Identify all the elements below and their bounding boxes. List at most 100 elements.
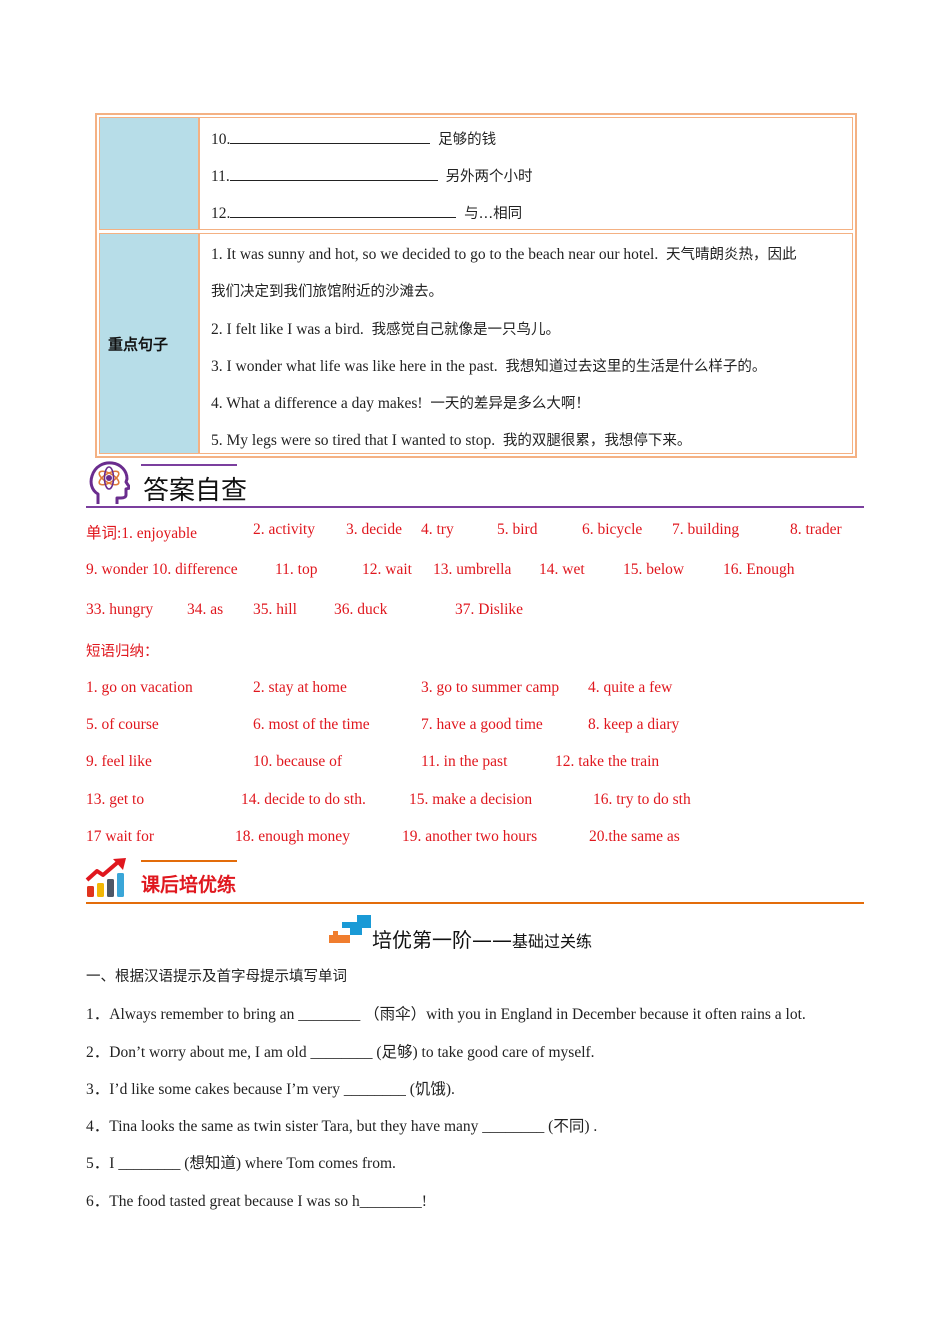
sentence-line: 5. My legs were so tired that I wanted t… [211, 429, 691, 450]
phrase-answer: 12. take the train [555, 753, 660, 770]
question-text: Always remember to bring an [109, 1006, 299, 1023]
question-text: （雨伞）with you in England in December beca… [360, 1006, 806, 1023]
sentence-en: 3. I wonder what life was like here in t… [211, 358, 498, 375]
sentence-cn: 我想知道过去这里的生活是什么样子的。 [505, 359, 767, 375]
key-sentences-cell: 1. It was sunny and hot, so we decided t… [203, 234, 852, 453]
question-text: (不同) . [544, 1118, 598, 1135]
word-answer: 37. Dislike [455, 601, 524, 618]
answer-blank[interactable]: ________ [118, 1155, 180, 1172]
sentence-en: 5. My legs were so tired that I wanted t… [211, 432, 496, 449]
phrase-blank-line: 11. 另外两个小时 [211, 165, 533, 186]
answer-blank[interactable] [230, 131, 431, 144]
phrase-answer: 5. of course [86, 716, 159, 733]
sentence-en: 4. What a difference a day makes! [211, 395, 423, 412]
head-atom-icon [88, 460, 132, 506]
word-answer: 11. top [275, 561, 318, 578]
phrase-table: 10. 足够的钱 11. 另外两个小时 12. 与…相同 重点句子 1. It … [95, 113, 857, 458]
word-answer: 13. umbrella [433, 561, 512, 578]
sentence-line: 4. What a difference a day makes! 一天的差异是… [211, 392, 590, 413]
question-number: 3． [86, 1081, 110, 1098]
question-text: I’d like some cakes because I’m very [109, 1081, 344, 1098]
sentence-line: 2. I felt like I was a bird. 我感觉自己就像是一只鸟… [211, 318, 560, 339]
word-answer: 单词:1. enjoyable [86, 525, 198, 542]
phrase-answer: 2. stay at home [253, 679, 347, 696]
question-number: 1． [86, 1006, 110, 1023]
sentence-line: 我们决定到我们旅馆附近的沙滩去。 [211, 280, 443, 301]
phrase-answer: 17 wait for [86, 828, 155, 845]
exercise-instruction: 一、根据汉语提示及首字母提示填写单词 [86, 969, 347, 985]
word-answer: 8. trader [790, 521, 842, 538]
growth-chart-icon [85, 858, 129, 898]
question-text: (想知道) where Tom comes from. [180, 1155, 396, 1172]
phrase-answer: 7. have a good time [421, 716, 543, 733]
phrase-answer: 11. in the past [421, 753, 508, 770]
phrase-answer: 4. quite a few [588, 679, 673, 696]
phrase-blank-cell: 10. 足够的钱 11. 另外两个小时 12. 与…相同 [203, 118, 852, 229]
sentence-cn: 我们决定到我们旅馆附近的沙滩去。 [211, 284, 443, 300]
phrase-answer: 13. get to [86, 791, 145, 808]
sentence-en: 1. It was sunny and hot, so we decided t… [211, 246, 659, 263]
word-answer: 33. hungry [86, 601, 154, 618]
phrase-answer: 20.the same as [589, 828, 680, 845]
phrase-answer: 8. keep a diary [588, 716, 680, 733]
question-number: 6． [86, 1193, 110, 1210]
section-rule-bottom [86, 902, 864, 904]
phrase-answer: 10. because of [253, 753, 343, 770]
question-number: 5． [86, 1155, 110, 1172]
sentence-cn: 我的双腿很累，我想停下来。 [502, 433, 692, 449]
phrase-answer: 1. go on vacation [86, 679, 193, 696]
answer-blank[interactable]: ________ [482, 1118, 544, 1135]
level-title-main: 培优第一阶—— [372, 928, 512, 952]
word-answer: 34. as [187, 601, 224, 618]
answer-blank[interactable]: ________ [344, 1081, 406, 1098]
word-answer: 15. below [623, 561, 685, 578]
phrase-meaning: 与…相同 [464, 206, 523, 222]
word-answer: 9. wonder 10. difference [86, 561, 238, 578]
answers-section-title: 答案自查 [143, 476, 248, 506]
section-rule-top [141, 860, 237, 862]
item-number: 10. [211, 131, 231, 148]
phrase-blank-row: 10. 足够的钱 11. 另外两个小时 12. 与…相同 [99, 117, 853, 230]
phrase-blank-line: 10. 足够的钱 [211, 128, 496, 149]
phrase-answer: 19. another two hours [402, 828, 538, 845]
word-answer: 16. Enough [723, 561, 795, 578]
word-answer: 5. bird [497, 521, 538, 538]
question-text: I [109, 1155, 119, 1172]
question-number: 4． [86, 1118, 110, 1135]
phrase-meaning: 足够的钱 [438, 132, 497, 148]
question-item: 1．Always remember to bring an ________ （… [86, 1002, 806, 1024]
word-answer: 7. building [672, 521, 740, 538]
word-answer: 36. duck [334, 601, 388, 618]
word-answer: 35. hill [253, 601, 297, 618]
word-answer: 12. wait [362, 561, 412, 578]
answer-blank[interactable] [229, 168, 438, 181]
row-label-cell [100, 118, 200, 229]
sentence-en: 2. I felt like I was a bird. [211, 321, 364, 338]
practice-section-title: 课后培优练 [141, 874, 237, 896]
item-number: 12. [211, 205, 231, 222]
phrase-blank-line: 12. 与…相同 [211, 202, 522, 223]
answer-blank[interactable] [230, 205, 457, 218]
answer-blank[interactable]: ________ [298, 1006, 360, 1023]
sentence-line: 1. It was sunny and hot, so we decided t… [211, 243, 796, 264]
key-sentences-label: 重点句子 [108, 335, 169, 353]
phrase-answer: 3. go to summer camp [421, 679, 560, 696]
question-text: (饥饿). [405, 1081, 455, 1098]
phrase-answer: 18. enough money [235, 828, 350, 845]
question-text: The food tasted great because I was so h [109, 1193, 360, 1210]
question-item: 3．I’d like some cakes because I’m very _… [86, 1077, 455, 1099]
row-label-cell: 重点句子 [100, 234, 200, 453]
steps-icon [329, 911, 371, 945]
sentence-line: 3. I wonder what life was like here in t… [211, 355, 766, 376]
item-number: 11. [211, 168, 230, 185]
phrase-answer: 6. most of the time [253, 716, 370, 733]
sentence-cn: 一天的差异是多么大啊！ [430, 396, 590, 412]
question-text: Tina looks the same as twin sister Tara,… [109, 1118, 483, 1135]
word-answer: 3. decide [346, 521, 402, 538]
section-rule-bottom [86, 506, 864, 508]
answer-blank[interactable]: ________ [310, 1044, 372, 1061]
question-text: (足够) to take good care of myself. [372, 1044, 595, 1061]
question-text: Don’t worry about me, I am old [109, 1044, 311, 1061]
question-item: 6．The food tasted great because I was so… [86, 1189, 427, 1211]
answer-blank[interactable]: ________ [360, 1193, 422, 1210]
